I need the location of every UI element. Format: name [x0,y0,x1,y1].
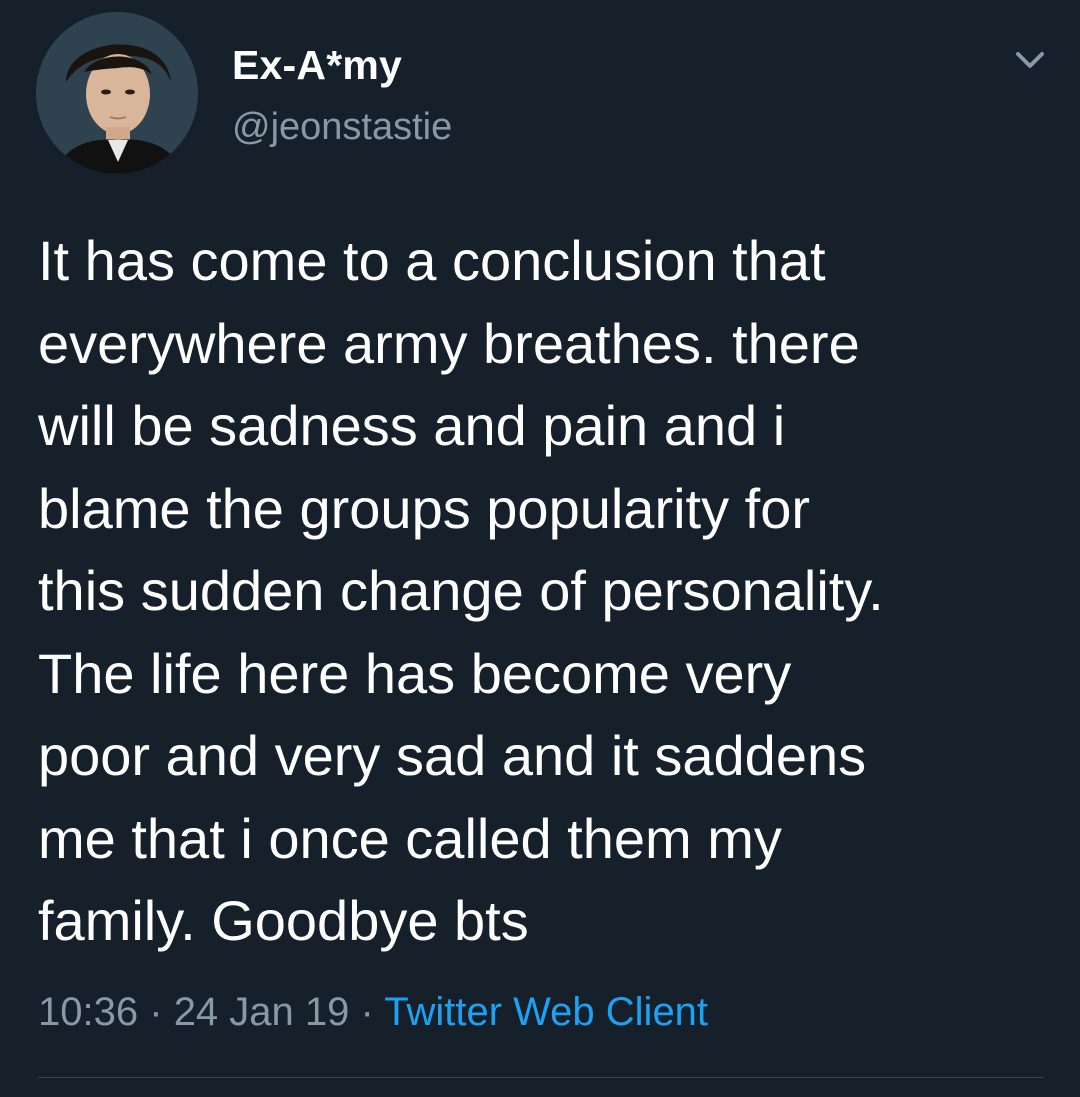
tweet-source-link[interactable]: Twitter Web Client [384,990,708,1034]
tweet-date[interactable]: 24 Jan 19 [174,990,350,1034]
meta-separator: · [149,990,163,1034]
display-name[interactable]: Ex-A*my [232,40,402,90]
meta-separator: · [360,990,374,1034]
tweet-meta: 10:36 · 24 Jan 19 · Twitter Web Client [38,986,708,1038]
divider [38,1077,1044,1078]
user-handle[interactable]: @jeonstastie [232,104,452,150]
tweet-card: Ex-A*my @jeonstastie It has come to a co… [0,0,1080,1097]
avatar[interactable] [36,12,198,174]
profile-photo-image [36,12,198,174]
tweet-text: It has come to a conclusion that everywh… [38,229,884,952]
chevron-down-icon[interactable] [1006,36,1054,84]
tweet-time[interactable]: 10:36 [38,990,138,1034]
